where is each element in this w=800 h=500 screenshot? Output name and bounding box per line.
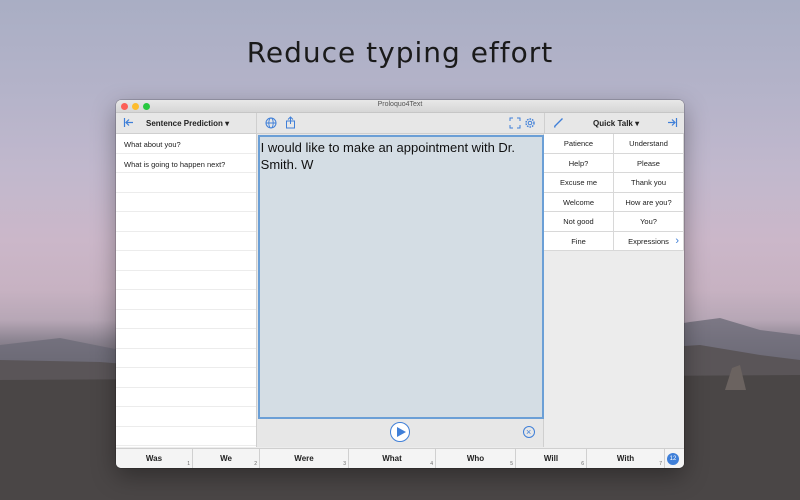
expressions-label: Expressions	[628, 236, 669, 246]
word-label: Was	[145, 454, 163, 463]
quick-talk-item[interactable]: Patience	[544, 134, 614, 154]
shortcut-number: 7	[659, 461, 662, 467]
word-label: Will	[543, 454, 559, 463]
hero-title: Reduce typing effort	[246, 36, 554, 69]
quick-talk-item[interactable]: Help?	[544, 153, 614, 173]
quick-talk-item[interactable]: Not good	[544, 212, 614, 232]
sentence-prediction-dropdown[interactable]: Sentence Prediction ▾	[146, 119, 229, 128]
quick-talk-grid: Patience Understand Help? Please Excuse …	[544, 134, 684, 447]
word-suggestion[interactable]: With 7	[587, 449, 665, 468]
toolbar-center	[257, 113, 545, 133]
prediction-item[interactable]	[116, 427, 256, 446]
prediction-item[interactable]	[116, 368, 256, 388]
prediction-item[interactable]	[116, 329, 256, 349]
word-label: Were	[294, 454, 314, 463]
sentence-prediction-list: What about you? What is going to happen …	[116, 134, 257, 447]
word-label: We	[220, 454, 232, 463]
toolbar-right: Quick Talk ▾	[545, 113, 684, 133]
prediction-item[interactable]	[116, 407, 256, 427]
prediction-item[interactable]: What about you?	[116, 134, 256, 154]
prediction-item[interactable]	[116, 310, 256, 329]
word-suggestion[interactable]: Was 1	[116, 449, 193, 468]
chevron-right-icon: ›	[675, 234, 679, 247]
shortcut-number: 6	[581, 461, 584, 467]
word-suggestion[interactable]: Who 5	[436, 449, 516, 468]
main-area: What about you? What is going to happen …	[116, 134, 684, 447]
message-editor[interactable]: I would like to make an appointment with…	[257, 135, 544, 419]
share-icon[interactable]	[285, 116, 296, 132]
word-prediction-bar: Was 1 We 2 Were 3 What 4 Who 5 Will 6 With 7 12	[116, 448, 684, 468]
quick-talk-item[interactable]: You?	[614, 212, 684, 232]
quick-talk-item[interactable]: Excuse me	[544, 173, 614, 193]
shortcut-number: 3	[343, 461, 346, 467]
quick-talk-item[interactable]: Please	[614, 153, 684, 173]
prediction-item[interactable]	[116, 290, 256, 310]
prediction-item[interactable]: What is going to happen next?	[116, 154, 256, 173]
word-label: Who	[466, 454, 485, 463]
quick-talk-dropdown[interactable]: Quick Talk ▾	[593, 119, 639, 128]
pencil-icon[interactable]	[553, 117, 564, 131]
speak-play-button[interactable]	[389, 422, 410, 442]
quick-talk-item[interactable]: Welcome	[544, 192, 614, 212]
prediction-item[interactable]	[116, 388, 256, 407]
shortcut-number: 5	[510, 461, 513, 467]
prediction-item[interactable]	[116, 212, 256, 232]
shortcut-number: 2	[254, 461, 257, 467]
chevron-down-icon: ▾	[635, 119, 640, 128]
word-suggestion[interactable]: We 2	[193, 449, 260, 468]
word-label: With	[616, 454, 635, 463]
shortcut-number: 1	[187, 461, 190, 467]
prediction-item[interactable]	[116, 232, 256, 251]
word-suggestion[interactable]: What 4	[349, 449, 436, 468]
prediction-settings-badge[interactable]: 12	[667, 453, 679, 465]
word-suggestion[interactable]: Were 3	[260, 449, 349, 468]
toolbar-left: Sentence Prediction ▾	[116, 113, 257, 133]
collapse-right-panel-icon[interactable]	[667, 117, 678, 131]
prediction-item[interactable]	[116, 349, 256, 368]
quick-talk-item[interactable]: Thank you	[614, 173, 684, 193]
gear-icon[interactable]	[524, 117, 536, 132]
shortcut-number: 4	[430, 461, 433, 467]
prediction-item[interactable]	[116, 173, 256, 193]
composer-panel: I would like to make an appointment with…	[256, 134, 544, 447]
expressions-folder[interactable]: Expressions ›	[614, 231, 684, 251]
prediction-item[interactable]	[116, 193, 256, 212]
chevron-down-icon: ▾	[225, 119, 230, 128]
quick-talk-item[interactable]: Fine	[544, 231, 614, 251]
clear-text-icon[interactable]: ×	[522, 426, 535, 438]
window-title: Proloquo4Text	[377, 101, 423, 108]
globe-icon[interactable]	[265, 117, 277, 132]
app-window: Proloquo4Text Sentence Prediction ▾ Quic…	[116, 100, 684, 468]
prediction-item[interactable]	[116, 271, 256, 290]
word-label: What	[382, 454, 402, 463]
title-bar: Proloquo4Text	[116, 100, 684, 113]
word-suggestion[interactable]: Will 6	[516, 449, 587, 468]
collapse-left-panel-icon[interactable]	[123, 117, 134, 131]
quick-talk-item[interactable]: How are you?	[614, 192, 684, 212]
quick-talk-item[interactable]: Understand	[614, 134, 684, 154]
toolbar: Sentence Prediction ▾ Quick Talk ▾	[116, 113, 684, 134]
prediction-item[interactable]	[116, 251, 256, 271]
fullscreen-icon[interactable]	[509, 117, 521, 132]
